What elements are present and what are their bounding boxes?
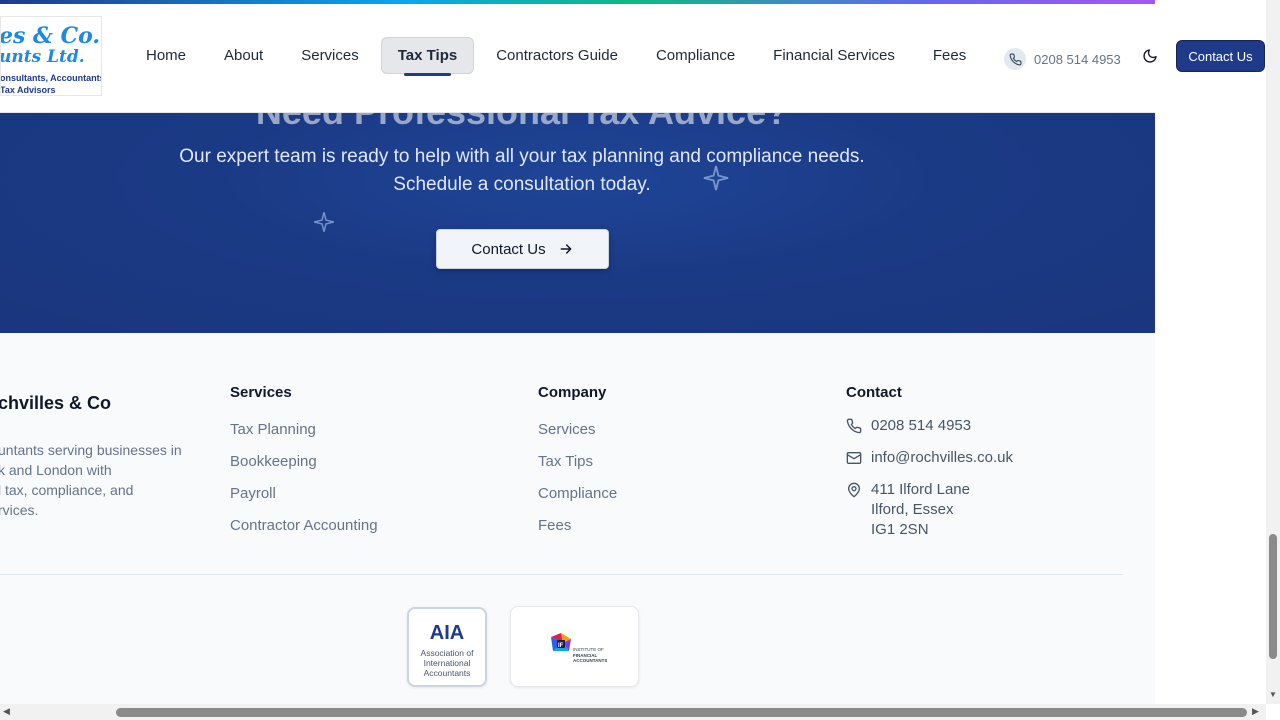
site-footer: chvilles & Co untants serving businesses… <box>0 333 1155 720</box>
cta-section: Need Professional Tax Advice? Our expert… <box>0 113 1155 333</box>
scroll-left-arrow-icon[interactable]: ◀ <box>3 706 10 717</box>
sparkle-icon <box>314 212 334 232</box>
footer-contact-heading: Contact <box>846 384 902 401</box>
footer-email[interactable]: info@rochvilles.co.uk <box>846 448 1013 468</box>
logo-text-4: Tax Advisors <box>0 85 56 95</box>
aia-sub-line: Accountants <box>423 668 471 678</box>
brand-desc-line: untants serving businesses in <box>0 442 182 458</box>
mail-icon <box>846 452 862 464</box>
nav-fees[interactable]: Fees <box>917 37 982 74</box>
footer-link-bookkeeping[interactable]: Bookkeeping <box>230 453 378 485</box>
phone-icon <box>1004 48 1026 70</box>
main-nav: Home About Services Tax Tips Contractors… <box>130 37 982 76</box>
footer-link-payroll[interactable]: Payroll <box>230 485 378 517</box>
footer-address: 411 Ilford Lane Ilford, Essex IG1 2SN <box>846 480 1013 540</box>
footer-phone-text: 0208 514 4953 <box>871 417 972 434</box>
header-phone-number: 0208 514 4953 <box>1034 51 1121 67</box>
footer-brand-name: chvilles & Co <box>0 393 112 413</box>
footer-email-text: info@rochvilles.co.uk <box>871 449 1013 466</box>
nav-contractors-guide[interactable]: Contractors Guide <box>480 37 634 74</box>
right-gutter <box>1143 0 1280 720</box>
cta-contact-label: Contact Us <box>471 240 546 258</box>
ifa-badge-text: INSTITUTE OF FINANCIAL ACCOUNTANTS <box>573 647 607 664</box>
footer-phone[interactable]: 0208 514 4953 <box>846 416 1013 436</box>
footer-link-contractor-accounting[interactable]: Contractor Accounting <box>230 517 378 549</box>
footer-brand-description: untants serving businesses in k and Lond… <box>0 440 198 520</box>
address-line: 411 Ilford Lane <box>871 481 970 498</box>
logo-text-3: onsultants, Accountants <box>0 73 102 83</box>
horizontal-scrollbar[interactable]: ◀ ▶ <box>0 704 1266 720</box>
cta-contact-button[interactable]: Contact Us <box>436 229 609 269</box>
ifa-logo-icon: IF <box>551 633 571 651</box>
cta-text-line-2: Schedule a consultation today. <box>393 174 651 195</box>
nav-compliance[interactable]: Compliance <box>640 37 751 74</box>
ifa-line: ACCOUNTANTS <box>573 658 608 663</box>
brand-desc-line: rvices. <box>0 502 39 518</box>
arrow-right-icon <box>560 244 571 254</box>
scroll-right-arrow-icon[interactable]: ▶ <box>1252 706 1259 717</box>
cta-heading: Need Professional Tax Advice? <box>0 113 1044 133</box>
nav-home[interactable]: Home <box>130 37 202 74</box>
aia-badge: AIA Association of International Account… <box>407 607 487 687</box>
page: Need Professional Tax Advice? Our expert… <box>0 0 1155 720</box>
sparkle-icon <box>703 165 729 191</box>
footer-company-heading: Company <box>538 384 607 401</box>
logo-text-1: es & Co. <box>0 23 101 49</box>
company-logo[interactable]: es & Co. unts Ltd. onsultants, Accountan… <box>0 16 102 96</box>
site-header: es & Co. unts Ltd. onsultants, Accountan… <box>0 4 1155 113</box>
footer-divider <box>0 574 1123 575</box>
footer-link-tax-planning[interactable]: Tax Planning <box>230 421 378 453</box>
horizontal-scroll-thumb[interactable] <box>116 708 1247 717</box>
vertical-scrollbar[interactable]: ▼ <box>1266 0 1280 704</box>
footer-link-fees[interactable]: Fees <box>538 517 617 549</box>
svg-text:IF: IF <box>558 643 564 649</box>
aia-badge-title: AIA <box>429 622 465 644</box>
footer-link-compliance[interactable]: Compliance <box>538 485 617 517</box>
cta-text-line-1: Our expert team is ready to help with al… <box>179 146 865 167</box>
header-contact-button[interactable]: Contact Us <box>1176 40 1265 72</box>
cta-text: Our expert team is ready to help with al… <box>0 143 1044 199</box>
map-pin-icon <box>848 482 860 498</box>
footer-services-heading: Services <box>230 384 292 401</box>
address-line: IG1 2SN <box>871 521 929 538</box>
aia-sub-line: International <box>423 658 471 668</box>
footer-link-services[interactable]: Services <box>538 421 617 453</box>
logo-text-2: unts Ltd. <box>0 47 85 67</box>
scroll-down-arrow-icon[interactable]: ▼ <box>1269 690 1277 699</box>
header-phone-link[interactable]: 0208 514 4953 <box>1004 48 1121 70</box>
nav-tax-tips[interactable]: Tax Tips <box>380 37 475 76</box>
ifa-line: INSTITUTE OF <box>573 647 604 652</box>
ifa-badge: IF INSTITUTE OF FINANCIAL ACCOUNTANTS <box>510 606 639 687</box>
address-line: Ilford, Essex <box>871 501 954 518</box>
brand-desc-line: k and London with <box>0 462 112 478</box>
moon-icon[interactable] <box>1142 48 1158 64</box>
brand-desc-line: l tax, compliance, and <box>0 482 134 498</box>
footer-services-column: Services Tax Planning Bookkeeping Payrol… <box>230 384 378 549</box>
footer-contact-column: Contact 0208 514 4953 info@rochvilles.co… <box>846 384 1013 552</box>
nav-about[interactable]: About <box>208 37 279 74</box>
nav-financial-services[interactable]: Financial Services <box>757 37 911 74</box>
nav-services[interactable]: Services <box>285 37 375 74</box>
vertical-scroll-thumb[interactable] <box>1269 534 1277 659</box>
footer-company-column: Company Services Tax Tips Compliance Fee… <box>538 384 617 549</box>
aia-sub-line: Association of <box>420 648 474 658</box>
footer-link-tax-tips[interactable]: Tax Tips <box>538 453 617 485</box>
aia-badge-subtitle: Association of International Accountants <box>409 648 485 678</box>
phone-icon <box>846 418 862 434</box>
